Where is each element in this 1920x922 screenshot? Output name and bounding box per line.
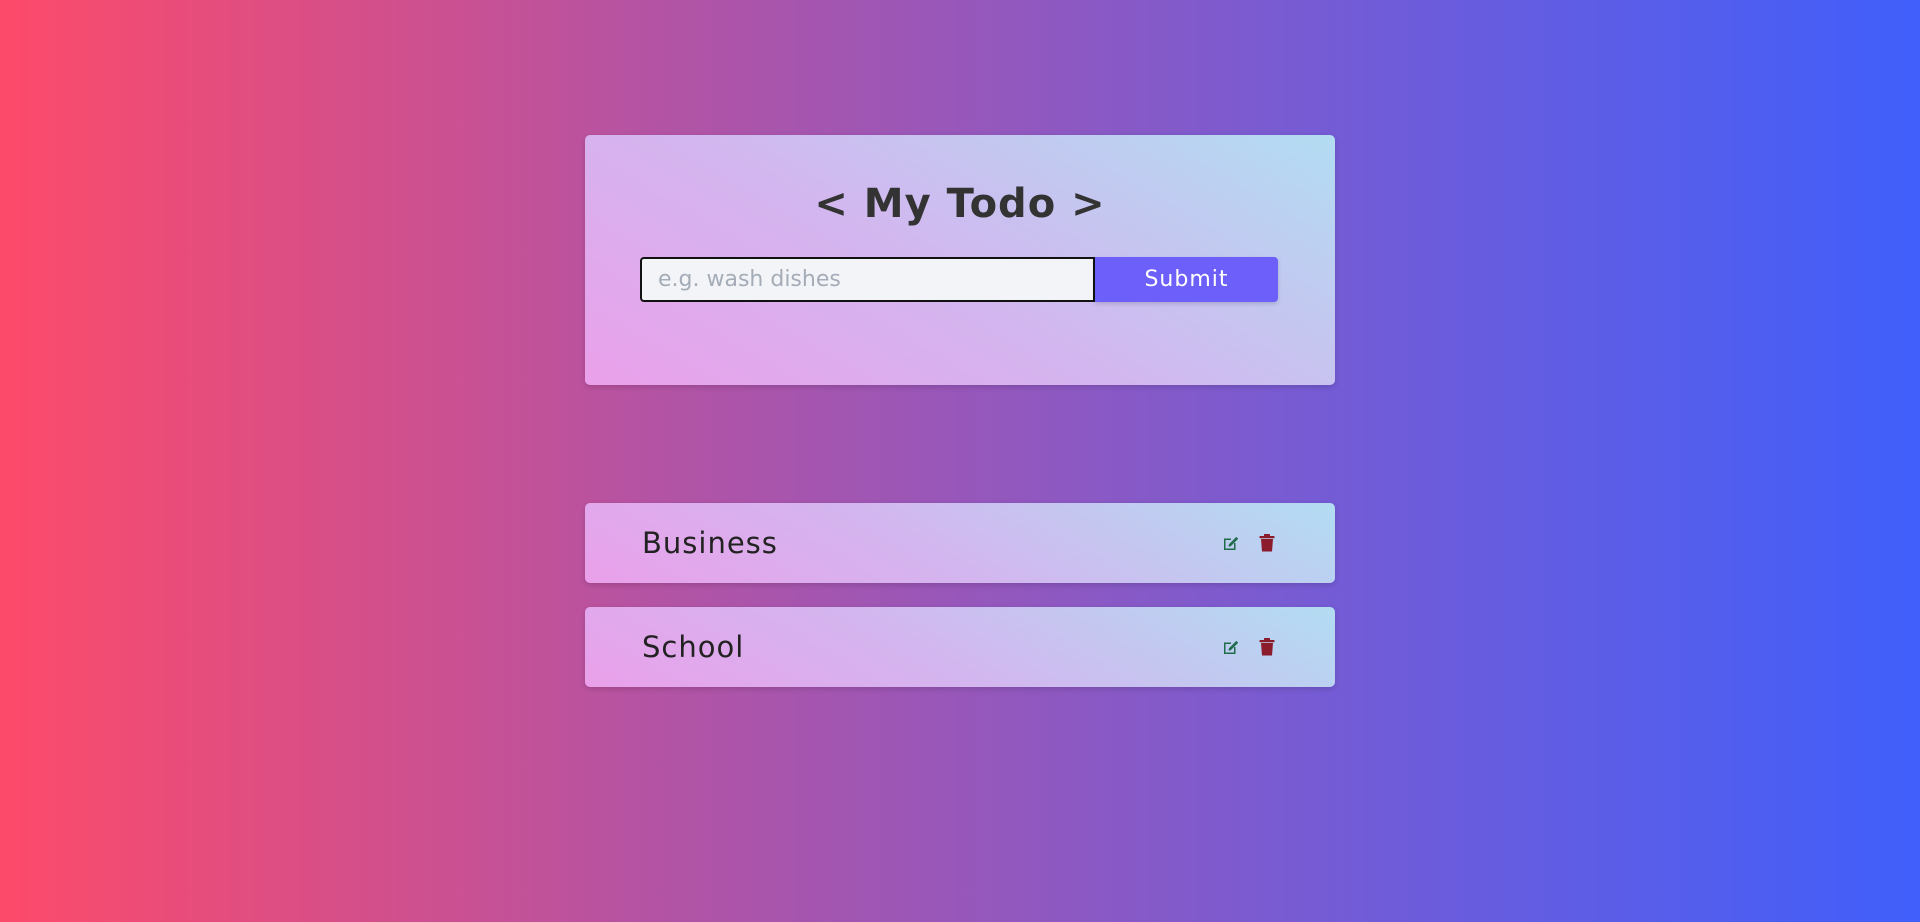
list-item: Business: [585, 503, 1335, 583]
submit-button[interactable]: Submit: [1095, 257, 1278, 302]
todo-item-actions: [1221, 607, 1277, 687]
todo-item-actions: [1221, 503, 1277, 583]
edit-icon[interactable]: [1221, 533, 1241, 553]
todo-item-text: School: [642, 630, 745, 664]
trash-icon[interactable]: [1257, 637, 1277, 657]
list-item: School: [585, 607, 1335, 687]
app-title: < My Todo >: [814, 181, 1106, 227]
todo-form-card: < My Todo > Submit: [585, 135, 1335, 385]
trash-icon[interactable]: [1257, 533, 1277, 553]
todo-input[interactable]: [640, 257, 1095, 302]
edit-icon[interactable]: [1221, 637, 1241, 657]
todo-form: Submit: [640, 257, 1278, 302]
todo-item-text: Business: [642, 526, 778, 560]
